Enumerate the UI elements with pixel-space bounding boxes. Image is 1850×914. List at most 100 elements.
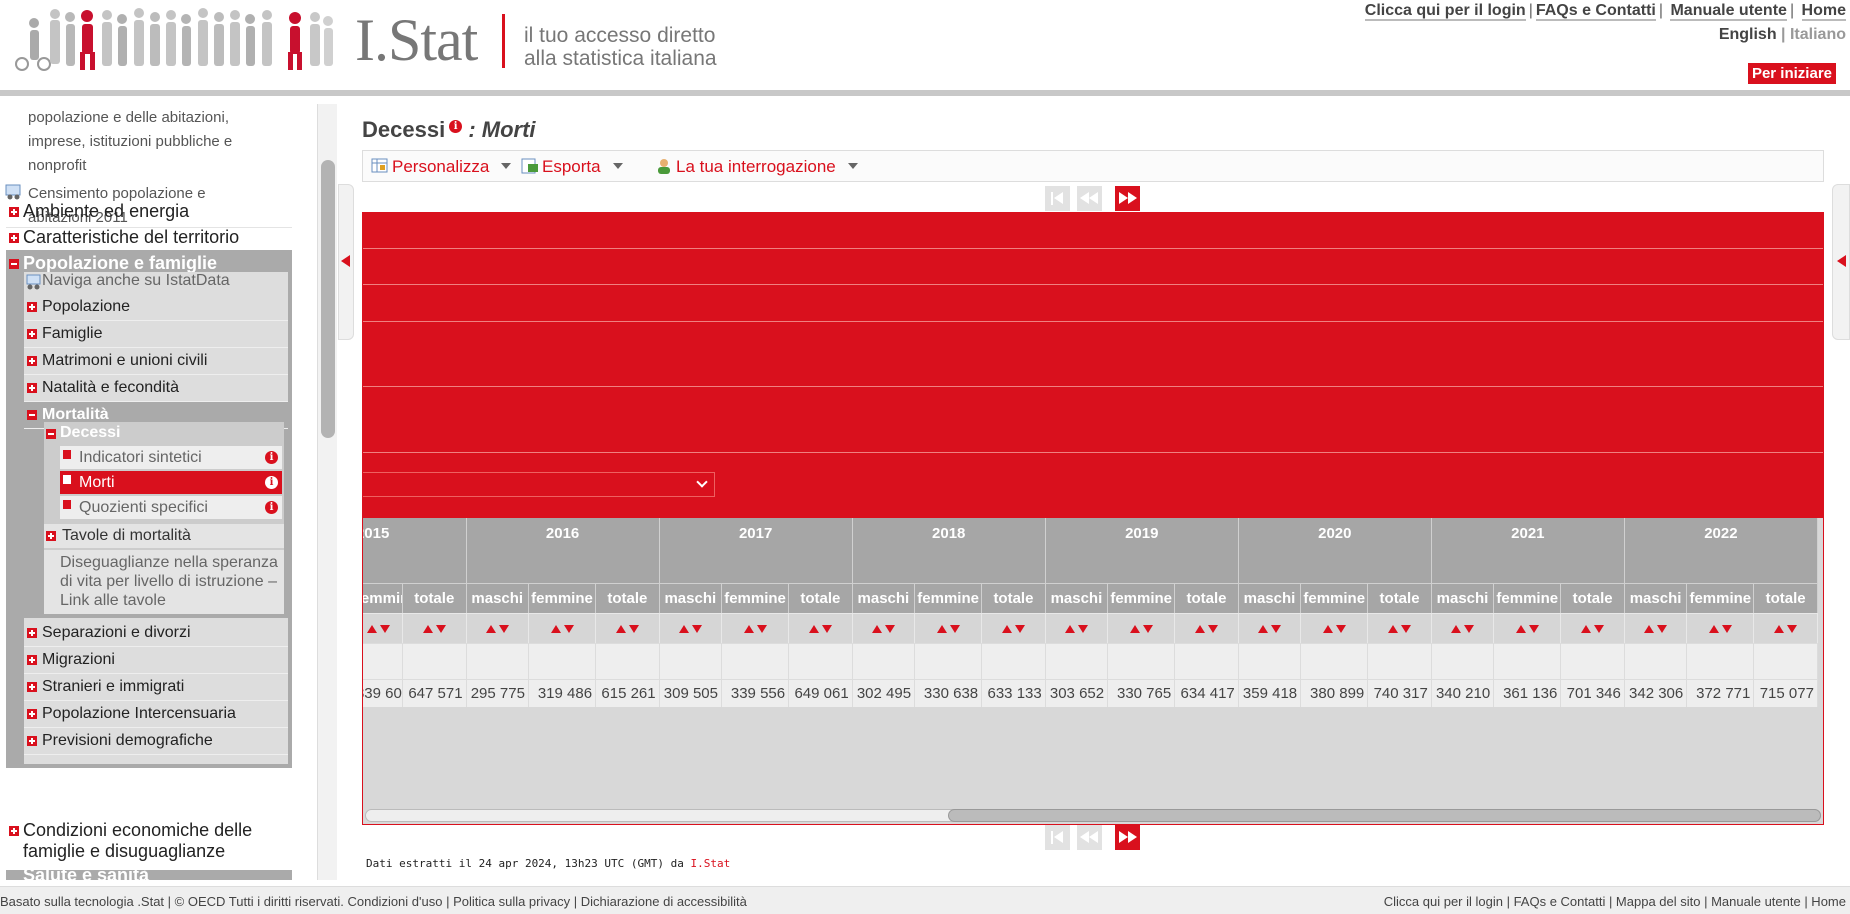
- istatdata-link[interactable]: Naviga anche su IstatData: [42, 272, 230, 290]
- leaf-quozienti[interactable]: Quozienti specifici i: [60, 496, 282, 520]
- leaf-indicatori[interactable]: Indicatori sintetici i: [60, 446, 282, 470]
- next-page-button[interactable]: [1115, 825, 1140, 850]
- first-page-button[interactable]: [1045, 825, 1070, 850]
- sort-desc-icon[interactable]: [1594, 625, 1605, 633]
- prev-page-button[interactable]: [1077, 186, 1102, 211]
- sort-desc-icon[interactable]: [1528, 625, 1539, 633]
- expand-icon[interactable]: [27, 736, 37, 746]
- sort-desc-icon[interactable]: [1657, 625, 1668, 633]
- sort-control[interactable]: [403, 613, 467, 643]
- sort-control[interactable]: [1624, 613, 1688, 643]
- sort-asc-icon[interactable]: [1129, 625, 1140, 633]
- expand-icon[interactable]: [27, 356, 37, 366]
- info-icon[interactable]: i: [265, 476, 278, 489]
- sort-asc-icon[interactable]: [871, 625, 882, 633]
- sort-control[interactable]: [722, 613, 790, 643]
- expand-icon[interactable]: [27, 329, 37, 339]
- disuguaglianze-link[interactable]: Diseguaglianze nella speranza di vita pe…: [44, 550, 284, 614]
- lang-italiano[interactable]: Italiano: [1790, 26, 1846, 43]
- decessi-node[interactable]: Decessi: [44, 424, 121, 442]
- sort-asc-icon[interactable]: [1774, 625, 1785, 633]
- home-link[interactable]: Home: [1801, 2, 1846, 21]
- sort-desc-icon[interactable]: [1335, 625, 1346, 633]
- sort-asc-icon[interactable]: [422, 625, 433, 633]
- expand-icon[interactable]: [27, 682, 37, 692]
- sort-control[interactable]: [1301, 613, 1369, 643]
- prev-page-button[interactable]: [1077, 825, 1102, 850]
- sort-control[interactable]: [1238, 613, 1302, 643]
- sort-control[interactable]: [789, 613, 853, 643]
- sort-desc-icon[interactable]: [1208, 625, 1218, 633]
- sort-asc-icon[interactable]: [1515, 625, 1526, 633]
- sub-stranieri[interactable]: Stranieri e immigrati: [24, 674, 288, 701]
- sort-control[interactable]: [1045, 613, 1109, 643]
- info-icon[interactable]: i: [265, 501, 278, 514]
- sort-desc-icon[interactable]: [1787, 625, 1798, 633]
- faq-link[interactable]: FAQs e Contatti: [1535, 2, 1656, 21]
- sort-asc-icon[interactable]: [1708, 625, 1719, 633]
- istat-logo[interactable]: I.Stat: [355, 10, 478, 70]
- sort-asc-icon[interactable]: [485, 625, 496, 633]
- sort-desc-icon[interactable]: [498, 625, 509, 633]
- expand-right-panel-handle[interactable]: [1832, 184, 1850, 340]
- sub-intercensuaria[interactable]: Popolazione Intercensuaria: [24, 701, 288, 728]
- sort-asc-icon[interactable]: [936, 625, 947, 633]
- sort-control[interactable]: [852, 613, 916, 643]
- expand-icon[interactable]: [27, 709, 37, 719]
- sort-asc-icon[interactable]: [678, 625, 689, 633]
- hscroll-thumb[interactable]: [948, 809, 1821, 822]
- dimension-select[interactable]: [363, 472, 715, 497]
- leaf-morti[interactable]: Morti i: [60, 471, 282, 495]
- sort-asc-icon[interactable]: [1451, 625, 1462, 633]
- sort-asc-icon[interactable]: [367, 625, 378, 633]
- first-page-button[interactable]: [1045, 186, 1070, 211]
- info-icon[interactable]: i: [449, 120, 463, 133]
- expand-icon[interactable]: [27, 302, 37, 312]
- sub-popolazione[interactable]: Popolazione: [24, 294, 288, 321]
- sort-control[interactable]: [1494, 613, 1562, 643]
- category-condizioni[interactable]: Condizioni economiche delle famiglie e d…: [6, 820, 292, 862]
- collapse-icon[interactable]: [9, 259, 19, 269]
- sort-control[interactable]: [363, 613, 404, 643]
- sort-desc-icon[interactable]: [1401, 625, 1412, 633]
- sort-asc-icon[interactable]: [743, 625, 754, 633]
- sort-control[interactable]: [1561, 613, 1625, 643]
- sort-desc-icon[interactable]: [435, 625, 446, 633]
- expand-icon[interactable]: [46, 531, 56, 541]
- expand-icon[interactable]: [27, 655, 37, 665]
- sort-control[interactable]: [1431, 613, 1495, 643]
- sort-desc-icon[interactable]: [949, 625, 960, 633]
- sort-desc-icon[interactable]: [1077, 625, 1088, 633]
- personalizza-menu[interactable]: Personalizza: [371, 157, 512, 177]
- category-salute-cut[interactable]: Salute e sanità: [6, 870, 292, 880]
- sort-asc-icon[interactable]: [1322, 625, 1333, 633]
- sub-previsioni[interactable]: Previsioni demografiche: [24, 728, 288, 755]
- sort-asc-icon[interactable]: [1195, 625, 1205, 633]
- start-button[interactable]: Per iniziare: [1747, 63, 1836, 84]
- sort-desc-icon[interactable]: [756, 625, 767, 633]
- collapse-sidebar-handle[interactable]: [338, 184, 354, 340]
- sort-desc-icon[interactable]: [628, 625, 639, 633]
- sort-desc-icon[interactable]: [563, 625, 574, 633]
- sub-famiglie[interactable]: Famiglie: [24, 321, 288, 348]
- login-link[interactable]: Clicca qui per il login: [1364, 2, 1526, 21]
- sort-desc-icon[interactable]: [1270, 625, 1281, 633]
- sub-migrazioni[interactable]: Migrazioni: [24, 647, 288, 674]
- interrogazione-menu[interactable]: La tua interrogazione: [655, 157, 858, 177]
- tavole-mortalita[interactable]: Tavole di mortalità: [44, 524, 284, 548]
- sort-control[interactable]: [659, 613, 722, 643]
- collapse-icon[interactable]: [27, 410, 37, 420]
- sort-asc-icon[interactable]: [1644, 625, 1655, 633]
- sort-asc-icon[interactable]: [1001, 625, 1012, 633]
- sort-control[interactable]: [1687, 613, 1755, 643]
- sort-desc-icon[interactable]: [1464, 625, 1475, 633]
- istat-link[interactable]: I.Stat: [691, 857, 731, 870]
- sort-control[interactable]: [1108, 613, 1176, 643]
- sort-asc-icon[interactable]: [808, 625, 819, 633]
- esporta-menu[interactable]: Esporta: [521, 157, 623, 177]
- sort-control[interactable]: [528, 613, 597, 643]
- expand-icon[interactable]: [9, 826, 19, 836]
- sort-asc-icon[interactable]: [615, 625, 626, 633]
- info-icon[interactable]: i: [265, 451, 278, 464]
- sort-control[interactable]: [915, 613, 983, 643]
